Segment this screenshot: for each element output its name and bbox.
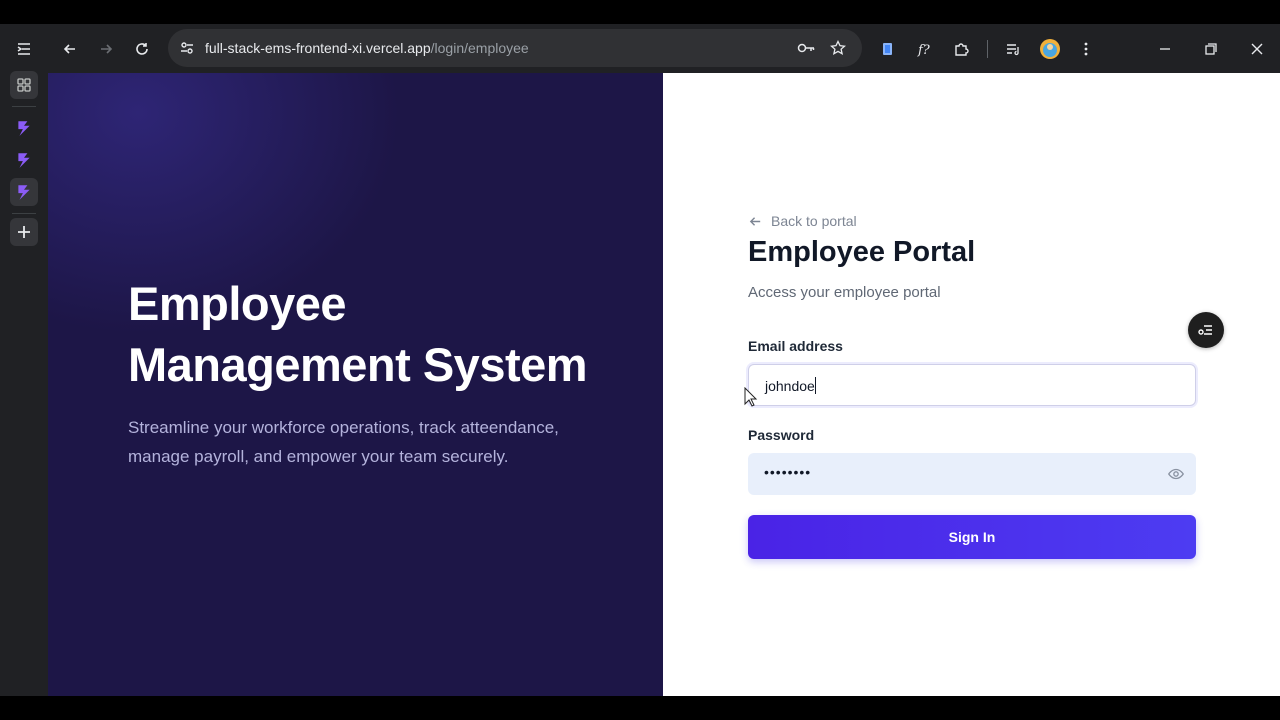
sidebar-toggle-icon[interactable] [11,36,37,62]
forward-arrow-icon [93,36,119,62]
mouse-cursor-icon [744,387,758,407]
media-queue-icon[interactable] [1000,36,1026,62]
form-title: Employee Portal [748,236,976,268]
restore-icon[interactable] [1198,36,1224,62]
add-icon[interactable] [10,218,38,246]
back-to-portal-link[interactable]: Back to portal [748,213,857,229]
sign-in-button[interactable]: Sign In [748,515,1196,559]
app-icon[interactable] [10,178,38,206]
app-icon[interactable] [10,146,38,174]
close-icon[interactable] [1244,36,1270,62]
email-field[interactable]: johndoe [748,364,1196,406]
bookmark-star-icon[interactable] [827,38,849,58]
extension-icon[interactable] [875,36,901,62]
tab-groups-icon[interactable] [10,71,38,99]
password-value: •••••••• [764,464,812,480]
floating-extension-button[interactable] [1188,312,1224,348]
toolbar-divider [987,40,988,58]
browser-toolbar: full-stack-ems-frontend-xi.vercel.app/lo… [0,24,1280,73]
profile-avatar-icon[interactable] [1037,36,1063,62]
arrow-left-icon [749,216,761,226]
side-panel-divider [12,213,36,214]
hero-title: Employee Management System [128,277,588,391]
hero-panel: Employee Management System Streamline yo… [48,73,663,696]
text-caret [814,377,817,394]
svg-text:f?: f? [917,43,931,57]
letterbox-bottom [0,696,1280,720]
password-key-icon[interactable] [795,38,817,58]
address-bar[interactable]: full-stack-ems-frontend-xi.vercel.app/lo… [168,29,862,67]
extension-icon[interactable]: f? [912,36,938,62]
form-subtitle: Access your employee portal [748,284,941,301]
url-text[interactable]: full-stack-ems-frontend-xi.vercel.app/lo… [205,40,529,56]
login-form-panel: Back to portal Employee Portal Access yo… [663,73,1280,696]
minimize-icon[interactable] [1152,36,1178,62]
filter-lines-icon [1198,325,1212,335]
back-arrow-icon[interactable] [57,36,83,62]
password-field[interactable]: •••••••• [748,453,1196,495]
app-icon[interactable] [10,114,38,142]
letterbox-top [0,0,1280,24]
side-panel-divider [12,106,36,107]
email-value: johndoe [765,378,815,394]
email-label: Email address [748,338,843,354]
side-panel [0,71,48,696]
extensions-puzzle-icon[interactable] [948,36,974,62]
eye-icon[interactable] [1166,464,1186,484]
site-settings-icon[interactable] [176,38,198,58]
url-host: full-stack-ems-frontend-xi.vercel.app [205,40,431,56]
menu-kebab-icon[interactable] [1073,36,1099,62]
password-label: Password [748,427,815,443]
back-link-label: Back to portal [771,213,857,229]
url-path: /login/employee [430,40,529,56]
reload-icon[interactable] [129,36,155,62]
hero-description: Streamline your workforce operations, tr… [128,418,559,466]
page-viewport: Employee Management System Streamline yo… [48,73,1280,696]
